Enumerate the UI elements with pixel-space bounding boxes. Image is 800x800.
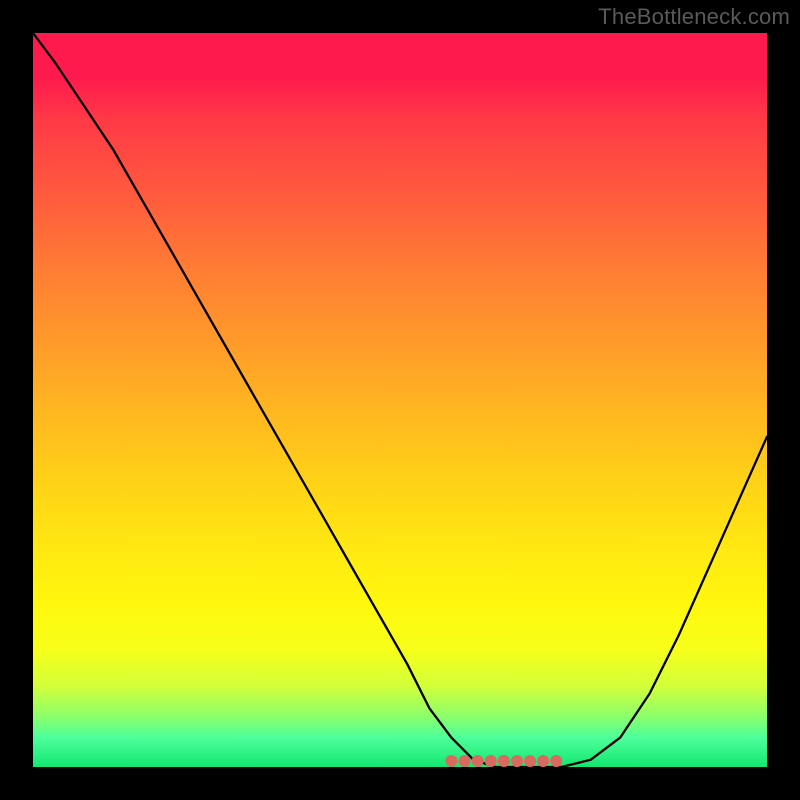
- chart-frame: TheBottleneck.com: [0, 0, 800, 800]
- watermark-text: TheBottleneck.com: [598, 4, 790, 30]
- bottleneck-curve-svg: [33, 33, 767, 767]
- bottleneck-curve: [33, 33, 767, 767]
- plot-area: [33, 33, 767, 767]
